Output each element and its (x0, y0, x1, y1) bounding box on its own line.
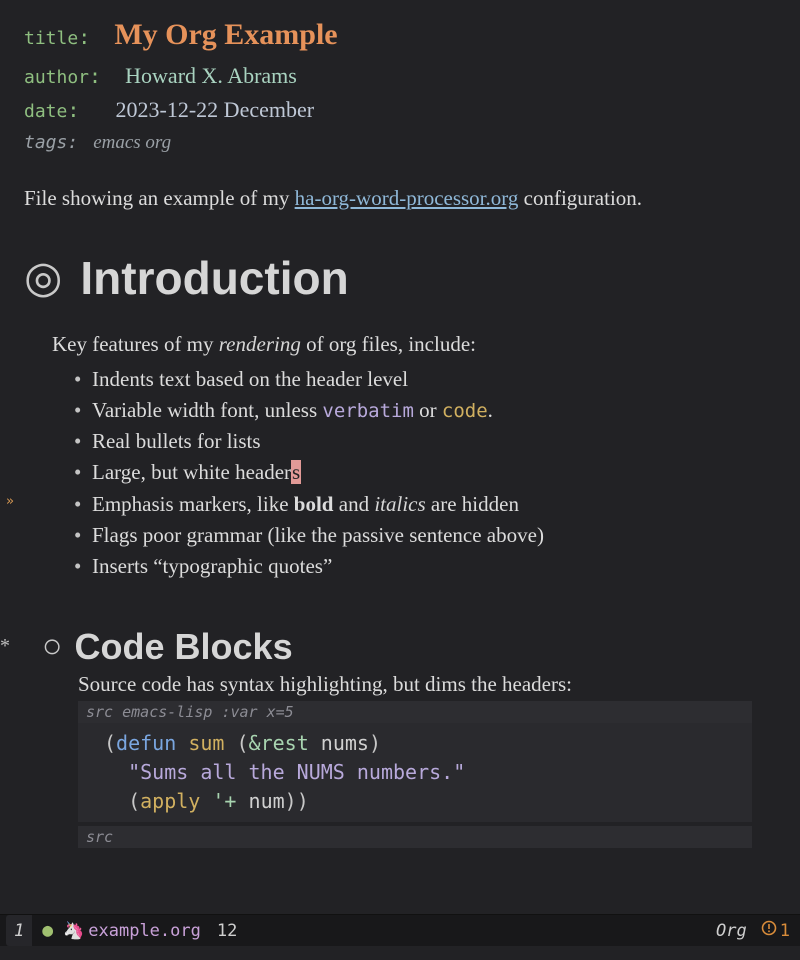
code-text: code (442, 400, 488, 422)
document-tags: emacs org (93, 132, 171, 153)
unicorn-icon: 🦄 (63, 921, 88, 941)
src-block-header: src emacs-lisp :var x=5 (78, 701, 752, 723)
heading-star-icon: * (0, 635, 10, 658)
src-block-body[interactable]: (defun sum (&rest nums) "Sums all the NU… (78, 723, 752, 822)
list-item: Variable width font, unless verbatim or … (74, 395, 776, 426)
modeline-filename[interactable]: example.org (88, 921, 201, 941)
list-item: Large, but white headers (74, 457, 776, 488)
metadata-tags-line: tags: emacs org (24, 127, 776, 158)
heading-introduction[interactable]: ◎ Introduction (24, 251, 776, 305)
meta-key-title: title (24, 28, 78, 49)
modeline[interactable]: 1 ● 🦄 example.org 12 Org 1 (0, 914, 800, 946)
intro-paragraph: File showing an example of my ha-org-wor… (24, 186, 776, 211)
minibuffer[interactable] (0, 946, 800, 960)
text-cursor: s (291, 460, 301, 484)
heading-code-blocks[interactable]: * ○ Code Blocks (24, 626, 776, 668)
list-item: Emphasis markers, like bold and italics … (74, 489, 776, 520)
verbatim-text: verbatim (322, 400, 414, 422)
feature-list: Indents text based on the header level V… (74, 364, 776, 582)
intro-body: Key features of my rendering of org file… (52, 329, 776, 582)
heading-bullet-icon: ○ (42, 630, 63, 664)
document-author: Howard X. Abrams (125, 63, 297, 88)
meta-key-author: author (24, 67, 89, 88)
modeline-column: 12 (201, 921, 237, 941)
metadata-date-line: date: 2023-12-22 December (24, 93, 776, 127)
meta-key-date: date (24, 101, 67, 122)
src-block-footer: src (78, 826, 752, 848)
modeline-warning-count[interactable]: 1 (777, 921, 794, 941)
fringe-indicator-icon: » (6, 494, 14, 509)
modified-indicator-icon: ● (32, 920, 63, 941)
list-item: Real bullets for lists (74, 426, 776, 457)
modeline-window-number[interactable]: 1 (6, 915, 32, 946)
list-item: Inserts “typographic quotes” (74, 551, 776, 582)
document-title: My Org Example (114, 18, 337, 51)
heading-bullet-icon: ◎ (24, 256, 62, 300)
metadata-title-line: title: My Org Example (24, 12, 776, 59)
list-item: Indents text based on the header level (74, 364, 776, 395)
editor-buffer[interactable]: title: My Org Example author: Howard X. … (0, 0, 800, 960)
meta-key-tags: tags: (24, 132, 78, 153)
warning-icon[interactable] (761, 920, 777, 941)
modeline-major-mode[interactable]: Org (716, 921, 761, 941)
list-item: Flags poor grammar (like the passive sen… (74, 520, 776, 551)
metadata-author-line: author: Howard X. Abrams (24, 59, 776, 93)
document-date: 2023-12-22 December (116, 97, 315, 122)
config-link[interactable]: ha-org-word-processor.org (295, 186, 519, 210)
code-blocks-lead: Source code has syntax highlighting, but… (78, 672, 776, 697)
